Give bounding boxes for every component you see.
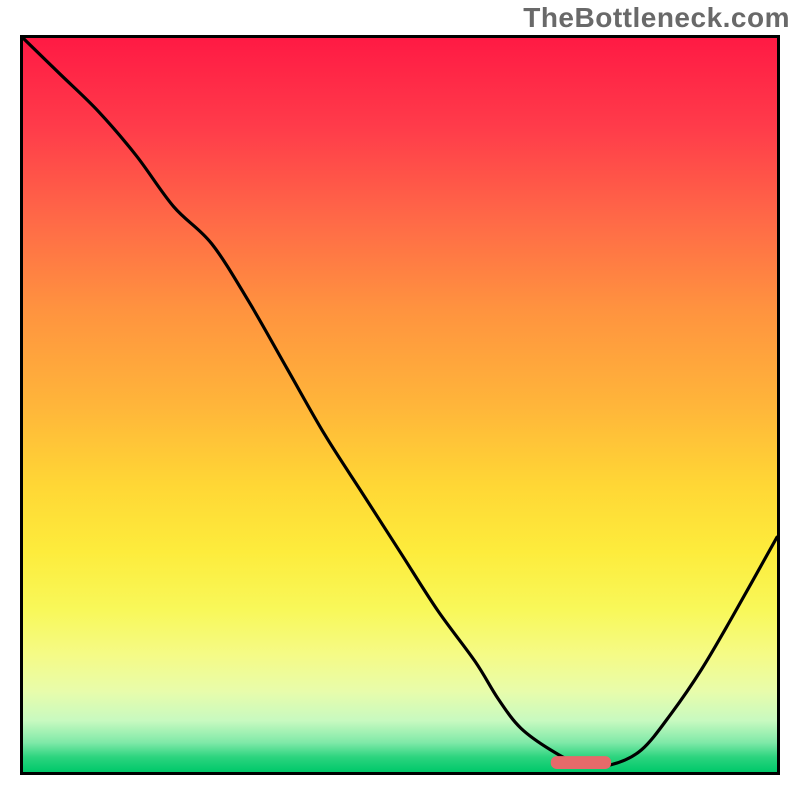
- watermark-text: TheBottleneck.com: [523, 2, 790, 34]
- optimal-marker: [551, 756, 611, 769]
- chart-container: TheBottleneck.com: [0, 0, 800, 800]
- chart-overlay: [23, 38, 777, 772]
- bottleneck-curve: [23, 38, 777, 767]
- plot-area: [20, 35, 780, 775]
